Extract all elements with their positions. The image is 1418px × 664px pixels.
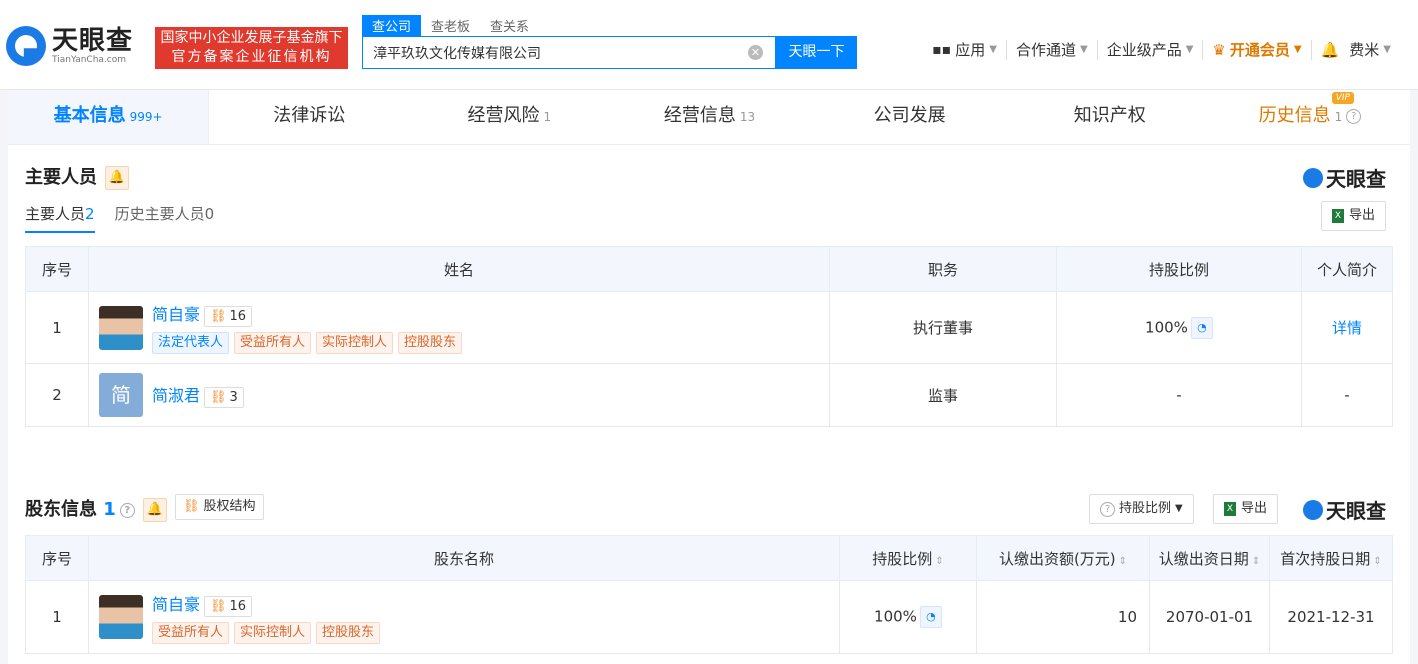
relation-count[interactable]: ⛓ 3 — [204, 387, 244, 408]
shareholder-name-link[interactable]: 简自豪 — [152, 595, 200, 614]
tab-operation[interactable]: 经营信息 13 — [609, 90, 809, 144]
logo-name: 天眼查 — [52, 26, 134, 56]
monitor-bell-icon[interactable]: 🔔 — [142, 498, 167, 522]
help-icon[interactable]: ? — [1346, 108, 1362, 124]
vip-badge: VIP — [1331, 92, 1354, 104]
sort-icon: ⇕ — [1251, 555, 1261, 567]
tag-legal-rep: 法定代表人 — [152, 332, 230, 354]
nav-vip[interactable]: ♛ 开通会员 ▼ — [1203, 40, 1312, 60]
relation-count[interactable]: ⛓ 16 — [204, 306, 253, 327]
pie-chart-icon[interactable]: ◔ — [919, 606, 942, 628]
table-row: 2 简 简淑君 ⛓ 3 监事 - - — [25, 363, 1393, 427]
tag-controller[interactable]: 实际控制人 — [316, 332, 394, 354]
ratio-filter-button[interactable]: ? 持股比例 ▼ — [1089, 494, 1194, 524]
monitor-bell-icon[interactable]: 🔔 — [105, 166, 129, 190]
top-bar: 天眼查 TianYanCha.com 国家中小企业发展子基金旗下 官方备案企业征… — [0, 0, 1418, 90]
table-header: 序号 姓名 职务 持股比例 个人简介 — [25, 246, 1393, 292]
personnel-subtabs: 主要人员2 历史主要人员0 — [25, 203, 234, 233]
personnel-table: 序号 姓名 职务 持股比例 个人简介 1 简自豪 ⛓ 16 法定代表人 受益所有人 … — [25, 246, 1393, 427]
detail-link[interactable]: 详情 — [1332, 319, 1362, 337]
caret-down-icon: ▼ — [1185, 44, 1194, 55]
caret-down-icon: ▼ — [1383, 44, 1391, 55]
sortable-header[interactable]: 首次持股日期 ⇕ — [1269, 535, 1393, 581]
tab-legal[interactable]: 法律诉讼 — [209, 90, 409, 144]
logo-icon — [1303, 167, 1323, 188]
avatar[interactable] — [99, 305, 143, 350]
relation-count[interactable]: ⛓ 16 — [204, 595, 253, 617]
nav-user[interactable]: 🔔 费米 ▼ — [1312, 40, 1400, 60]
tab-ip[interactable]: 知识产权 — [1010, 90, 1210, 144]
avatar[interactable]: 简 — [99, 373, 143, 417]
structure-icon: ⛓ — [183, 499, 200, 514]
search-box: ✕ — [362, 36, 776, 69]
top-nav: ▪▪ 应用 ▼ 合作通道 ▼ 企业级产品 ▼ ♛ 开通会员 ▼ 🔔 费米 ▼ — [923, 40, 1400, 60]
relation-icon: ⛓ — [210, 598, 227, 614]
tianyancha-watermark: 天眼查 — [1303, 495, 1386, 524]
excel-icon: X — [1224, 502, 1236, 516]
sortable-header[interactable]: 认缴出资日期 ⇕ — [1149, 535, 1270, 581]
table-row: 1 简自豪 ⛓ 16 法定代表人 受益所有人 实际控制人 控股股东 执行董事 1… — [25, 291, 1393, 364]
tag-controller[interactable]: 实际控制人 — [234, 621, 312, 644]
shareholder-export-button[interactable]: X 导出 — [1213, 494, 1279, 524]
clear-icon[interactable]: ✕ — [748, 45, 763, 60]
nav-enterprise[interactable]: 企业级产品 ▼ — [1098, 40, 1204, 60]
search-tab-relation[interactable]: 查关系 — [480, 15, 539, 36]
table-row: 1 简自豪⛓16 受益所有人 实际控制人 控股股东 100%◔ 10 20 — [25, 580, 1393, 654]
nav-partner[interactable]: 合作通道 ▼ — [1007, 40, 1098, 60]
avatar[interactable] — [99, 595, 143, 639]
excel-icon: X — [1332, 209, 1344, 223]
nav-apps[interactable]: ▪▪ 应用 ▼ — [923, 40, 1007, 60]
tab-basic-info[interactable]: 基本信息 999+ — [8, 90, 210, 144]
search-input[interactable] — [363, 37, 753, 68]
personnel-section-title: 主要人员 🔔 — [25, 163, 129, 190]
caret-down-icon: ▼ — [1175, 503, 1183, 514]
tianyancha-watermark: 天眼查 — [1303, 163, 1386, 192]
sort-icon: ⇕ — [1373, 555, 1382, 567]
person-name-link[interactable]: 简自豪 — [152, 305, 200, 324]
search-tab-boss[interactable]: 查老板 — [421, 15, 480, 36]
caret-down-icon: ▼ — [989, 44, 997, 55]
sortable-header[interactable]: 持股比例 ⇕ — [839, 535, 977, 581]
tag-controlling-shareholder: 控股股东 — [398, 332, 463, 354]
main-content: 主要人员 🔔 天眼查 主要人员2 历史主要人员0 X 导出 序号 姓名 职务 持股比… — [8, 145, 1410, 664]
logo-icon — [1303, 499, 1323, 520]
official-badge: 国家中小企业发展子基金旗下 官方备案企业征信机构 — [155, 27, 348, 69]
shareholder-table: 序号 股东名称 持股比例 ⇕ 认缴出资额(万元) ⇕ 认缴出资日期 ⇕ 首次持股日期 ⇕… — [25, 535, 1393, 654]
caret-down-icon: ▼ — [1293, 44, 1302, 55]
help-icon: ? — [1100, 501, 1115, 517]
logo-domain: TianYanCha.com — [52, 55, 127, 65]
pie-chart-icon[interactable]: ◔ — [1190, 316, 1213, 339]
tag-controlling-shareholder: 控股股东 — [316, 621, 381, 644]
logo-icon — [6, 26, 46, 66]
subtab-current-personnel[interactable]: 主要人员2 — [25, 203, 95, 233]
caret-down-icon: ▼ — [1080, 44, 1088, 55]
sort-icon: ⇕ — [1118, 555, 1128, 567]
relation-icon: ⛓ — [210, 309, 227, 324]
sortable-header[interactable]: 认缴出资额(万元) ⇕ — [976, 535, 1150, 581]
tab-development[interactable]: 公司发展 — [810, 90, 1010, 144]
tab-history[interactable]: VIP 历史信息 1? — [1210, 90, 1410, 144]
person-name-link[interactable]: 简淑君 — [152, 386, 200, 405]
relation-icon: ⛓ — [210, 390, 227, 405]
search-tab-company[interactable]: 查公司 — [362, 15, 422, 36]
crown-icon: ♛ — [1212, 41, 1226, 59]
tab-risk[interactable]: 经营风险 1 — [409, 90, 609, 144]
site-logo[interactable]: 天眼查 TianYanCha.com — [6, 26, 133, 66]
apps-grid-icon: ▪▪ — [932, 42, 952, 58]
bell-icon[interactable]: 🔔 — [1321, 40, 1340, 60]
tag-beneficiary[interactable]: 受益所有人 — [234, 332, 312, 354]
tag-beneficiary[interactable]: 受益所有人 — [152, 621, 230, 644]
search-button[interactable]: 天眼一下 — [776, 36, 857, 69]
subtab-history-personnel[interactable]: 历史主要人员0 — [115, 203, 215, 233]
search-type-tabs: 查公司 查老板 查关系 — [362, 15, 539, 36]
company-tabs: 基本信息 999+ 法律诉讼 经营风险 1 经营信息 13 公司发展 知识产权 VIP… — [8, 90, 1410, 145]
sort-icon: ⇕ — [935, 555, 944, 567]
help-icon[interactable]: ? — [119, 502, 135, 518]
personnel-export-button[interactable]: X 导出 — [1321, 201, 1387, 231]
shareholder-section-title: 股东信息 1? 🔔 — [25, 495, 167, 522]
table-header: 序号 股东名称 持股比例 ⇕ 认缴出资额(万元) ⇕ 认缴出资日期 ⇕ 首次持股日期 ⇕ — [25, 535, 1393, 581]
equity-structure-button[interactable]: ⛓ 股权结构 — [175, 494, 264, 520]
